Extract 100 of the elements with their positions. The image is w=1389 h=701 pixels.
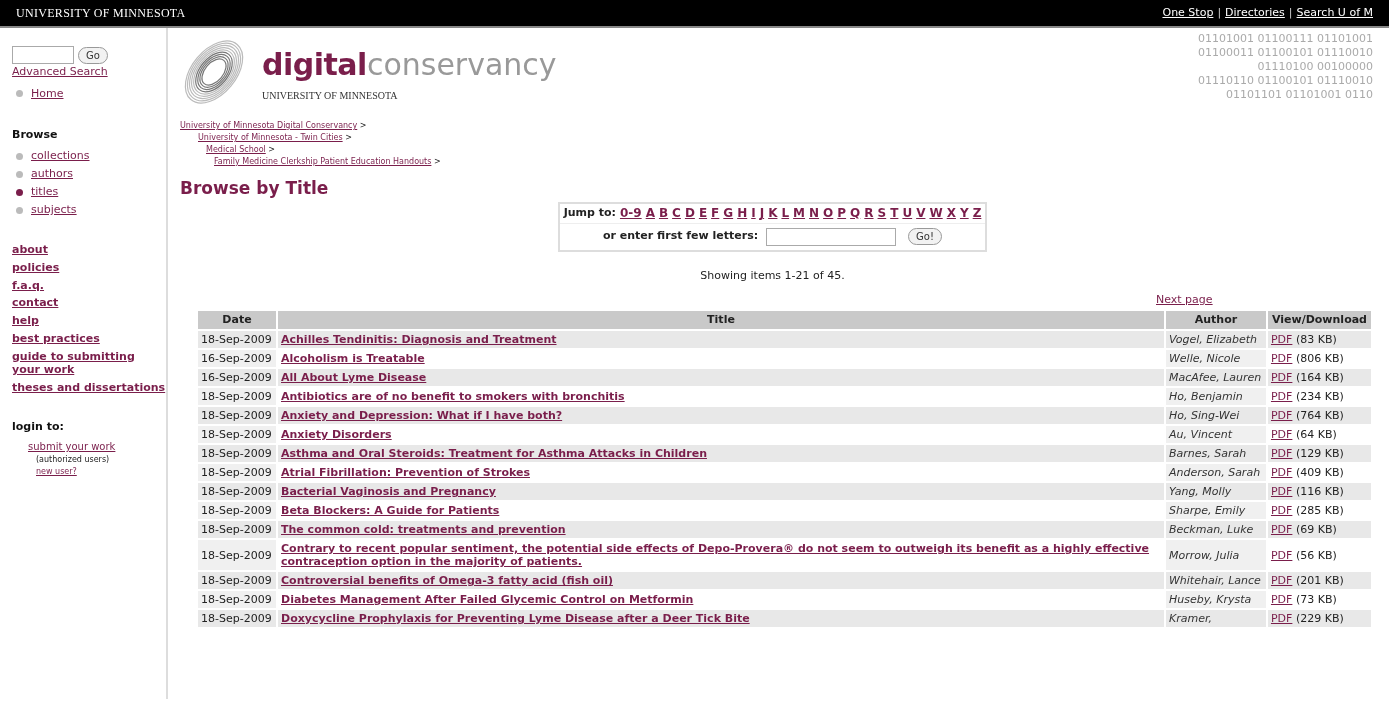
header-link[interactable]: Directories bbox=[1225, 4, 1285, 22]
pdf-link[interactable]: PDF bbox=[1270, 447, 1293, 460]
breadcrumb-separator: > bbox=[359, 121, 367, 130]
breadcrumb-separator: > bbox=[433, 157, 441, 166]
nav-link[interactable]: collections bbox=[31, 147, 90, 165]
file-size: (73 KB) bbox=[1295, 593, 1337, 606]
letters-field[interactable] bbox=[766, 227, 897, 246]
pdf-link[interactable]: PDF bbox=[1270, 593, 1293, 606]
pdf-link[interactable]: PDF bbox=[1270, 390, 1293, 403]
sidebar-link[interactable]: theses and dissertations bbox=[12, 381, 166, 395]
pdf-link[interactable]: PDF bbox=[1270, 504, 1293, 517]
title-link[interactable]: Beta Blockers: A Guide for Patients bbox=[281, 504, 1161, 517]
file-size: (229 KB) bbox=[1295, 612, 1344, 625]
nav-link[interactable]: subjects bbox=[31, 201, 77, 219]
sidebar-link[interactable]: contact bbox=[12, 296, 166, 310]
results-count: Showing items 1-21 of 45. bbox=[699, 267, 846, 284]
file-size: (56 KB) bbox=[1295, 548, 1337, 562]
pdf-link[interactable]: PDF bbox=[1270, 428, 1293, 441]
letter-link[interactable]: G bbox=[723, 204, 734, 222]
letter-link[interactable]: V bbox=[916, 204, 926, 222]
pdf-link[interactable]: PDF bbox=[1270, 523, 1293, 536]
letter-link[interactable]: S bbox=[877, 204, 887, 222]
section-heading: Browse bbox=[12, 126, 59, 143]
title-link[interactable]: Diabetes Management After Failed Glycemic Control on Metformin bbox=[281, 593, 1161, 606]
letter-link[interactable]: A bbox=[645, 204, 655, 222]
advanced-search-link[interactable]: Advanced Search bbox=[12, 64, 166, 81]
date-cell: 18-Sep-2009 bbox=[198, 610, 276, 627]
breadcrumb-link[interactable]: Family Medicine Clerkship Patient Education Handouts bbox=[214, 157, 432, 166]
file-size: (409 KB) bbox=[1295, 466, 1344, 479]
letter-link[interactable]: B bbox=[658, 204, 669, 222]
file-size: (116 KB) bbox=[1295, 485, 1344, 498]
separator: | bbox=[1288, 4, 1293, 21]
letter-link[interactable]: F bbox=[711, 204, 720, 222]
column-header: Title bbox=[278, 310, 1164, 329]
date-cell: 16-Sep-2009 bbox=[198, 350, 276, 367]
author-name: Au, Vincent bbox=[1168, 428, 1233, 441]
submit-link[interactable]: submit your work bbox=[28, 439, 166, 455]
next-page-link[interactable]: Next page bbox=[1156, 292, 1213, 309]
letter-link[interactable]: M bbox=[793, 204, 806, 222]
header-link[interactable]: Search U of M bbox=[1296, 4, 1373, 22]
pdf-link[interactable]: PDF bbox=[1270, 612, 1293, 625]
letter-link[interactable]: O bbox=[823, 204, 834, 222]
nav-link[interactable]: titles bbox=[31, 183, 59, 201]
breadcrumb-link[interactable]: University of Minnesota Digital Conservancy bbox=[180, 121, 358, 130]
sidebar-link[interactable]: policies bbox=[12, 260, 166, 275]
pdf-link[interactable]: PDF bbox=[1270, 352, 1293, 365]
letter-link[interactable]: N bbox=[809, 204, 820, 222]
column-header: View/Download bbox=[1267, 310, 1371, 329]
title-link[interactable]: Antibiotics are of no benefit to smokers with bronchitis bbox=[281, 390, 1161, 403]
letter-link[interactable]: I bbox=[751, 204, 756, 222]
letter-link[interactable]: T bbox=[890, 204, 899, 222]
nav-link[interactable]: Home bbox=[31, 84, 64, 103]
author-name: Welle, Nicole bbox=[1168, 352, 1241, 365]
file-size: (285 KB) bbox=[1295, 504, 1344, 517]
sidebar-link[interactable]: best practices bbox=[12, 331, 166, 346]
title-link[interactable]: Contrary to recent popular sentiment, the potential side effects of Depo-Provera® do not seem to outweigh its benefit as a highly effective contraception option in the majority of patients. bbox=[281, 542, 1161, 568]
pdf-link[interactable]: PDF bbox=[1270, 485, 1293, 498]
letter-link[interactable]: R bbox=[864, 204, 874, 222]
pdf-link[interactable]: PDF bbox=[1270, 371, 1293, 384]
letter-link[interactable]: H bbox=[737, 204, 748, 222]
title-link[interactable]: Alcoholism is Treatable bbox=[281, 352, 1161, 365]
date-cell: 18-Sep-2009 bbox=[198, 331, 276, 348]
title-link[interactable]: Anxiety Disorders bbox=[281, 428, 1161, 441]
pdf-link[interactable]: PDF bbox=[1270, 409, 1293, 422]
letter-link[interactable]: J bbox=[759, 204, 765, 222]
letter-link[interactable]: U bbox=[902, 204, 913, 222]
letter-link[interactable]: K bbox=[768, 204, 778, 222]
pdf-link[interactable]: PDF bbox=[1270, 333, 1293, 346]
date-cell: 18-Sep-2009 bbox=[198, 426, 276, 443]
title-link[interactable]: Atrial Fibrillation: Prevention of Strokes bbox=[281, 466, 1161, 479]
page-title: Browse by Title bbox=[179, 177, 330, 200]
nav-link[interactable]: authors bbox=[31, 165, 73, 183]
pdf-link[interactable]: PDF bbox=[1270, 548, 1293, 562]
letter-link[interactable]: X bbox=[946, 204, 956, 222]
pdf-link[interactable]: PDF bbox=[1270, 466, 1293, 479]
breadcrumb-separator: > bbox=[345, 133, 352, 142]
letter-link[interactable]: P bbox=[837, 204, 847, 222]
sidebar-link[interactable]: about bbox=[12, 243, 166, 257]
sidebar-link[interactable]: guide to submitting your work bbox=[12, 349, 166, 377]
search-field[interactable] bbox=[12, 46, 74, 64]
new-user-link[interactable]: new user? bbox=[28, 466, 166, 479]
breadcrumb-separator: > bbox=[268, 145, 275, 154]
letter-link[interactable]: C bbox=[672, 204, 681, 222]
breadcrumb-link[interactable]: Medical School bbox=[206, 145, 266, 154]
sidebar-link[interactable]: help bbox=[12, 314, 166, 328]
letter-link[interactable]: 0-9 bbox=[619, 204, 642, 222]
author-name: Barnes, Sarah bbox=[1168, 447, 1247, 460]
letter-link[interactable]: Y bbox=[959, 204, 969, 222]
go-button[interactable]: Go bbox=[78, 46, 108, 64]
letter-link[interactable]: D bbox=[684, 204, 695, 222]
letter-link[interactable]: Q bbox=[850, 204, 861, 222]
letter-link[interactable]: L bbox=[781, 204, 790, 222]
go-button[interactable]: Go! bbox=[908, 228, 942, 245]
breadcrumb-link[interactable]: University of Minnesota - Twin Cities bbox=[198, 133, 343, 142]
header-link[interactable]: One Stop bbox=[1162, 4, 1214, 22]
sidebar-link[interactable]: f.a.q. bbox=[12, 278, 166, 293]
pdf-link[interactable]: PDF bbox=[1270, 574, 1293, 587]
letter-link[interactable]: W bbox=[929, 204, 943, 222]
letter-link[interactable]: E bbox=[698, 204, 708, 222]
letter-link[interactable]: Z bbox=[972, 204, 982, 222]
